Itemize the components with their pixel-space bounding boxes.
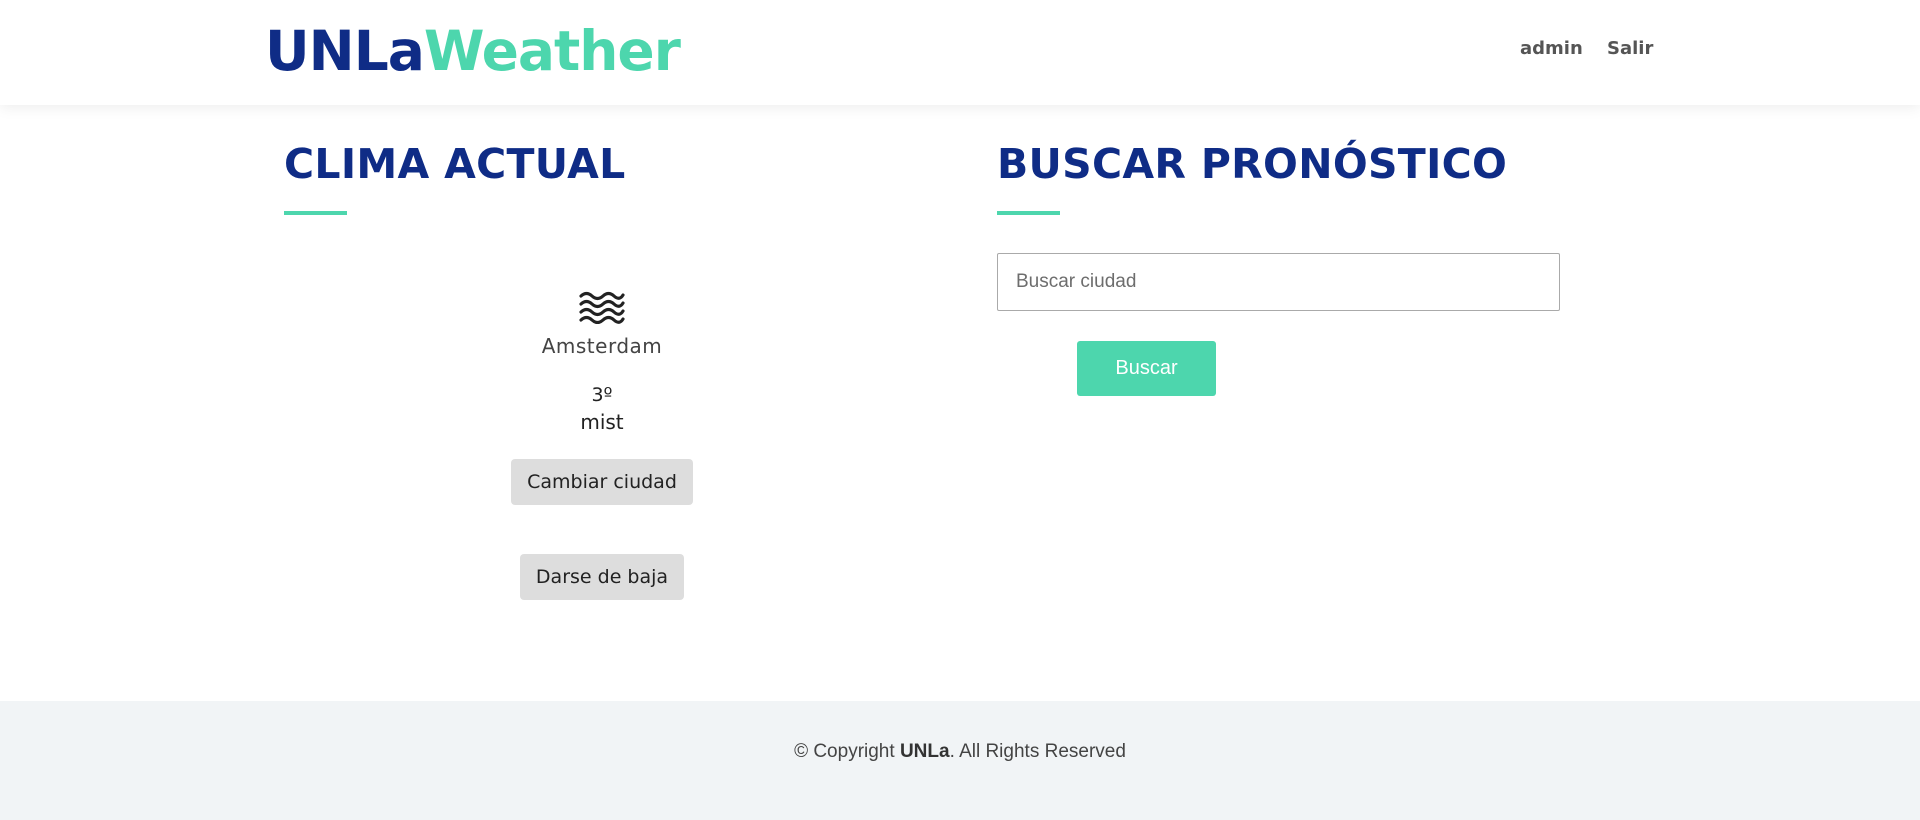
nav-logout-link[interactable]: Salir (1607, 38, 1653, 59)
weather-description: mist (580, 410, 624, 434)
logo-unla: UNLa (265, 19, 425, 83)
site-header: UNLaWeather admin Salir (0, 0, 1920, 105)
title-underline (284, 211, 347, 215)
change-city-button[interactable]: Cambiar ciudad (511, 459, 693, 505)
nav-user-link[interactable]: admin (1520, 38, 1583, 59)
city-search-input[interactable] (997, 253, 1560, 311)
logo-weather: Weather (423, 19, 681, 83)
copyright-suffix: . All Rights Reserved (949, 741, 1126, 762)
current-weather-card: Amsterdam 3º mist Cambiar ciudad Darse d… (452, 290, 752, 600)
temperature: 3º (591, 384, 613, 406)
copyright-text: © Copyright UNLa. All Rights Reserved (0, 741, 1920, 763)
site-logo[interactable]: UNLaWeather (265, 18, 681, 84)
unsubscribe-button[interactable]: Darse de baja (519, 554, 685, 600)
mist-icon (579, 291, 625, 324)
current-weather-title: CLIMA ACTUAL (284, 140, 626, 188)
city-name: Amsterdam (541, 334, 663, 358)
title-underline (997, 211, 1060, 215)
search-forecast-title: BUSCAR PRONÓSTICO (997, 140, 1508, 188)
search-button[interactable]: Buscar (1077, 341, 1216, 396)
copyright-brand: UNLa (899, 741, 950, 762)
copyright-prefix: © Copyright (794, 741, 900, 762)
